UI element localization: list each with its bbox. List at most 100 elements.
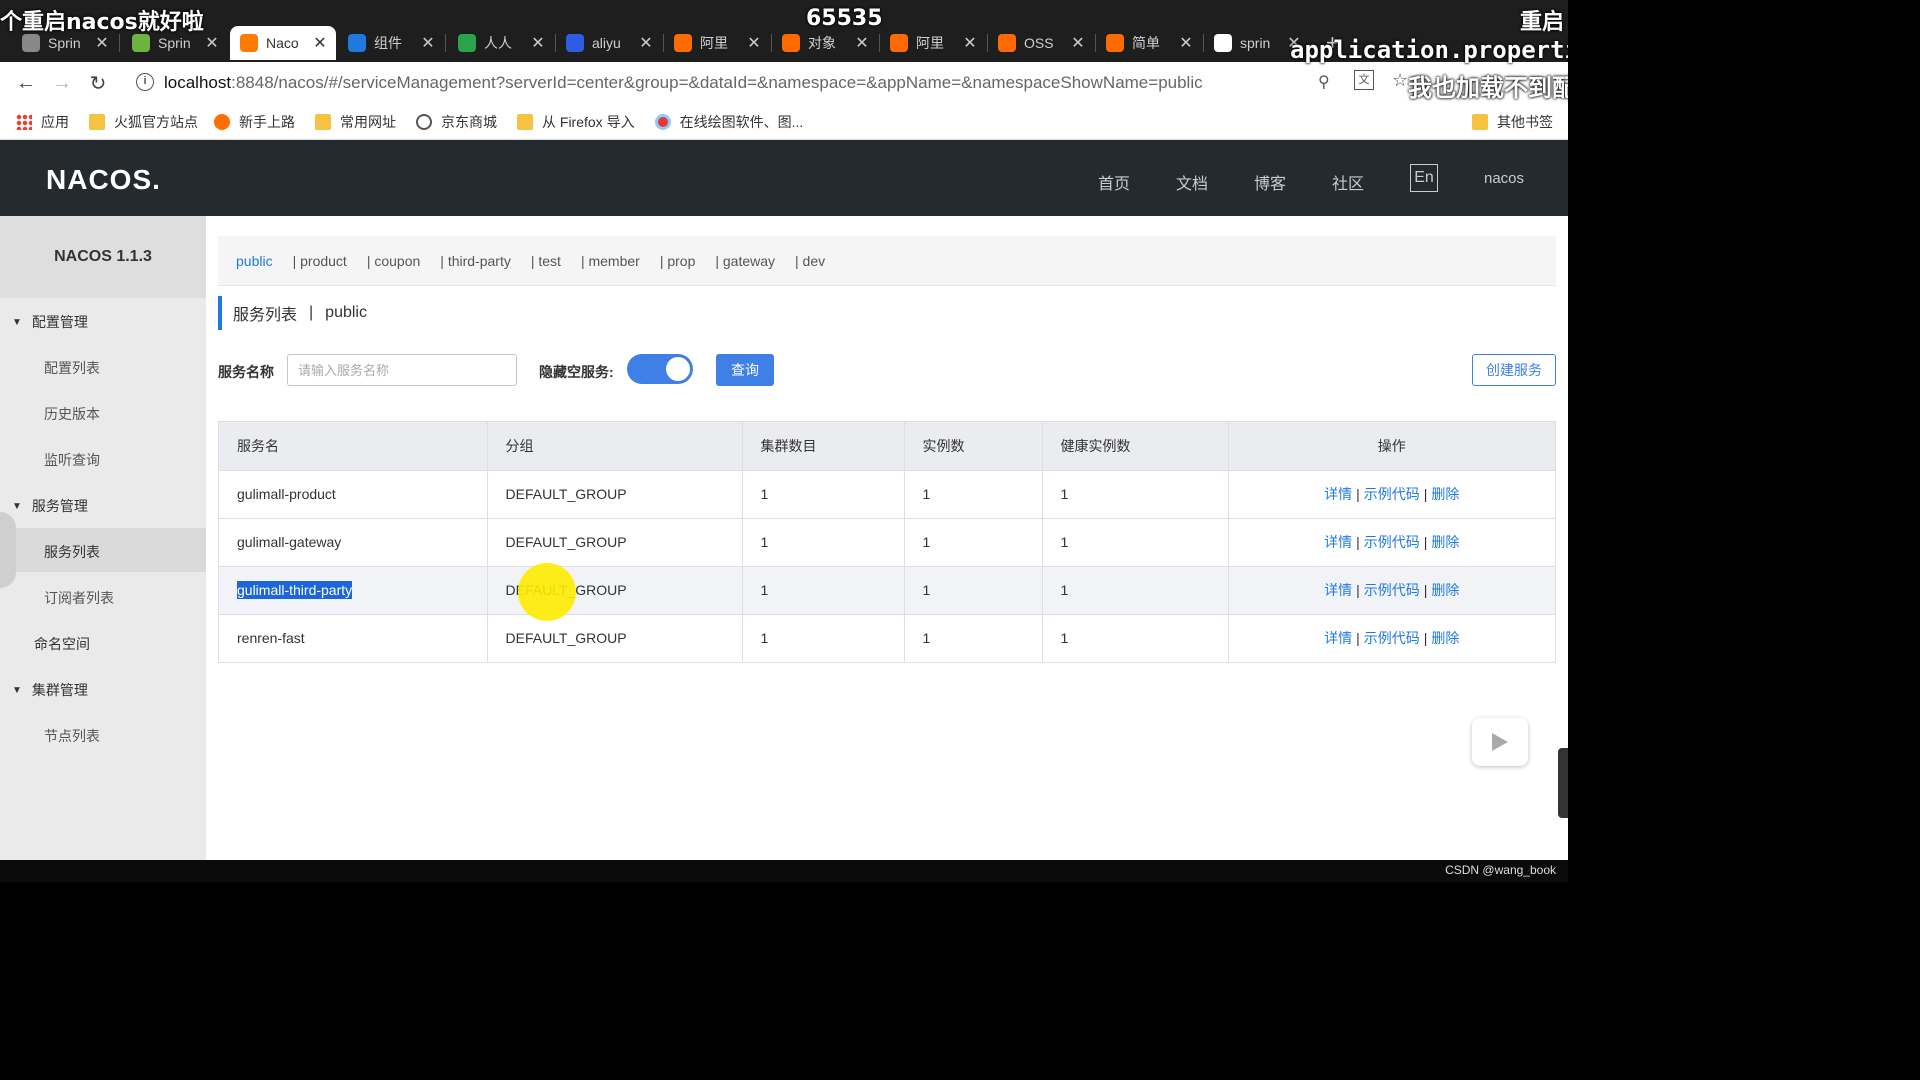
tab-favicon-icon: [240, 34, 258, 52]
tab-close-icon[interactable]: ✕: [312, 33, 328, 53]
namespace-tab[interactable]: | dev: [795, 253, 825, 269]
tab-close-icon[interactable]: ✕: [530, 33, 546, 53]
side-scroll-indicator[interactable]: [1558, 748, 1568, 818]
delete-link[interactable]: 删除: [1431, 582, 1459, 598]
hide-empty-toggle[interactable]: [627, 354, 693, 384]
sidebar-group-cluster[interactable]: ▼ 集群管理: [12, 680, 88, 700]
sidebar-item-history[interactable]: 历史版本: [44, 404, 100, 424]
browser-tab[interactable]: 阿里 ✕: [664, 26, 770, 60]
cell-group: DEFAULT_GROUP: [487, 614, 743, 662]
user-name[interactable]: nacos: [1484, 170, 1524, 187]
delete-link[interactable]: 删除: [1431, 486, 1459, 502]
mouse-cursor-highlight: [518, 563, 576, 621]
nav-blog[interactable]: 博客: [1254, 170, 1286, 194]
sidebar-item-service-list[interactable]: 服务列表: [44, 542, 100, 562]
language-switch[interactable]: En: [1410, 164, 1438, 192]
sidebar-selection-marker: [0, 512, 16, 588]
sample-code-link[interactable]: 示例代码: [1364, 534, 1420, 550]
tab-favicon-icon: [22, 34, 40, 52]
detail-link[interactable]: 详情: [1324, 534, 1352, 550]
bookmark-item[interactable]: 新手上路: [214, 112, 295, 132]
bookmark-apps[interactable]: 应用: [16, 112, 69, 132]
tab-close-icon[interactable]: ✕: [420, 33, 436, 53]
key-icon[interactable]: ⚲: [1318, 72, 1330, 92]
sample-code-link[interactable]: 示例代码: [1364, 582, 1420, 598]
delete-link[interactable]: 删除: [1431, 630, 1459, 646]
namespace-tab[interactable]: | coupon: [367, 253, 420, 269]
bookmark-label: 在线绘图软件、图...: [679, 113, 804, 130]
sample-code-link[interactable]: 示例代码: [1364, 486, 1420, 502]
cell-name-text[interactable]: gulimall-third-party: [237, 581, 353, 599]
sidebar-item-subscribers[interactable]: 订阅者列表: [44, 588, 114, 608]
sidebar-item-config-list[interactable]: 配置列表: [44, 358, 100, 378]
sidebar-group-service[interactable]: ▼ 服务管理: [12, 496, 88, 516]
toggle-knob: [666, 357, 690, 381]
service-name-input[interactable]: [287, 354, 517, 386]
browser-tab[interactable]: aliyu ✕: [556, 26, 662, 60]
star-icon[interactable]: ☆: [1392, 70, 1408, 91]
detail-link[interactable]: 详情: [1324, 582, 1352, 598]
namespace-tab[interactable]: | gateway: [715, 253, 775, 269]
nacos-logo[interactable]: NACOS.: [46, 164, 161, 196]
nav-home[interactable]: 首页: [1098, 170, 1130, 194]
bookmark-item[interactable]: 在线绘图软件、图...: [654, 112, 804, 132]
action-separator: |: [1356, 582, 1360, 598]
firefox-icon: [214, 113, 230, 130]
sidebar-group-config[interactable]: ▼ 配置管理: [12, 312, 88, 332]
sidebar-item-listen-query[interactable]: 监听查询: [44, 450, 100, 470]
tab-close-icon[interactable]: ✕: [854, 33, 870, 53]
browser-tab[interactable]: 简单 ✕: [1096, 26, 1202, 60]
namespace-tab[interactable]: public: [236, 253, 273, 269]
nav-community[interactable]: 社区: [1332, 170, 1364, 194]
info-icon[interactable]: i: [136, 73, 154, 91]
page-title-text: 服务列表: [233, 307, 298, 324]
cell-name-text[interactable]: gulimall-gateway: [237, 534, 341, 550]
forward-icon[interactable]: →: [44, 72, 80, 95]
bookmark-item[interactable]: 火狐官方站点: [89, 112, 198, 132]
service-table-grid: 服务名 分组 集群数目 实例数 健康实例数 操作 gulimall-produc…: [219, 422, 1555, 662]
namespace-tab[interactable]: | prop: [660, 253, 696, 269]
url-field[interactable]: localhost:8848/nacos/#/serviceManagement…: [164, 73, 1203, 93]
tab-close-icon[interactable]: ✕: [94, 33, 110, 53]
browser-tab[interactable]: 人人 ✕: [448, 26, 554, 60]
cell-actions: 详情 | 示例代码 | 删除: [1228, 566, 1555, 615]
detail-link[interactable]: 详情: [1324, 630, 1352, 646]
cell-name-text[interactable]: gulimall-product: [237, 486, 336, 502]
translate-icon[interactable]: 文: [1354, 70, 1374, 90]
back-icon[interactable]: ←: [8, 72, 44, 95]
delete-link[interactable]: 删除: [1431, 534, 1459, 550]
namespace-tab[interactable]: | test: [531, 253, 561, 269]
video-play-button[interactable]: [1472, 718, 1528, 766]
col-header-service-name: 服务名: [219, 422, 488, 471]
tab-close-icon[interactable]: ✕: [1070, 33, 1086, 53]
col-header-clusters: 集群数目: [742, 422, 905, 471]
tab-close-icon[interactable]: ✕: [638, 33, 654, 53]
nav-docs[interactable]: 文档: [1176, 170, 1208, 194]
tab-favicon-icon: [1106, 34, 1124, 52]
bookmark-item[interactable]: 京东商城: [416, 112, 497, 132]
namespace-tab[interactable]: | third-party: [440, 253, 511, 269]
create-service-button[interactable]: 创建服务: [1472, 354, 1556, 386]
bookmark-other[interactable]: 其他书签: [1472, 112, 1553, 132]
detail-link[interactable]: 详情: [1324, 486, 1352, 502]
tab-close-icon[interactable]: ✕: [204, 33, 220, 53]
reload-icon[interactable]: ↻: [80, 71, 116, 96]
browser-tab[interactable]: Naco ✕: [230, 26, 336, 60]
cell-clusters-text: 1: [760, 486, 769, 502]
tab-close-icon[interactable]: ✕: [1178, 33, 1194, 53]
browser-tab[interactable]: OSS ✕: [988, 26, 1094, 60]
query-button[interactable]: 查询: [716, 354, 774, 386]
sample-code-link[interactable]: 示例代码: [1364, 630, 1420, 646]
browser-tab[interactable]: 阿里 ✕: [880, 26, 986, 60]
sidebar-item-node-list[interactable]: 节点列表: [44, 726, 100, 746]
browser-tab[interactable]: 对象 ✕: [772, 26, 878, 60]
cell-name-text[interactable]: renren-fast: [237, 630, 305, 646]
namespace-tab[interactable]: | product: [293, 253, 347, 269]
tab-close-icon[interactable]: ✕: [746, 33, 762, 53]
bookmark-item[interactable]: 从 Firefox 导入: [517, 112, 635, 132]
namespace-tab[interactable]: | member: [581, 253, 640, 269]
browser-tab[interactable]: 组件 ✕: [338, 26, 444, 60]
sidebar-item-namespace[interactable]: 命名空间: [34, 634, 90, 654]
bookmark-item[interactable]: 常用网址: [315, 112, 396, 132]
tab-close-icon[interactable]: ✕: [962, 33, 978, 53]
